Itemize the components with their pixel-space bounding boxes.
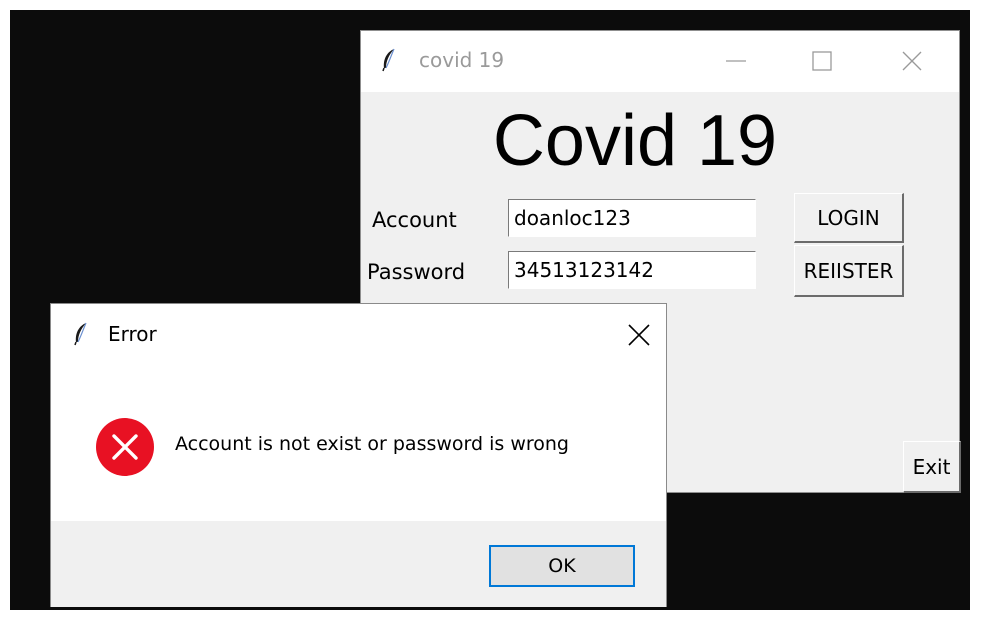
maximize-button[interactable] [791,31,853,92]
error-titlebar[interactable]: Error [51,304,666,366]
login-button[interactable]: LOGIN [794,193,904,243]
account-input[interactable]: doanloc123 [508,199,756,237]
error-message: Account is not exist or password is wron… [175,433,569,455]
maximize-icon [812,51,832,71]
close-icon [628,324,650,346]
main-titlebar[interactable]: covid 19 [361,31,959,92]
exit-button[interactable]: Exit [903,441,961,493]
register-button[interactable]: REIISTER [794,245,904,297]
error-dialog: Error Account is not exist or password i… [50,303,667,607]
app-heading: Covid 19 [492,101,778,181]
account-label: Account [372,208,457,232]
password-label: Password [367,260,466,284]
feather-icon [73,322,89,346]
minimize-icon [726,60,746,62]
dialog-close-button[interactable] [611,304,667,366]
minimize-button[interactable] [705,31,767,92]
dialog-footer: OK [51,521,666,607]
password-input[interactable]: 34513123142 [508,251,756,289]
close-icon [902,51,922,71]
window-title: covid 19 [419,48,505,72]
feather-icon [381,48,397,72]
dialog-title: Error [108,322,157,346]
ok-button[interactable]: OK [489,545,635,587]
close-button[interactable] [881,31,943,92]
error-icon [95,417,155,477]
